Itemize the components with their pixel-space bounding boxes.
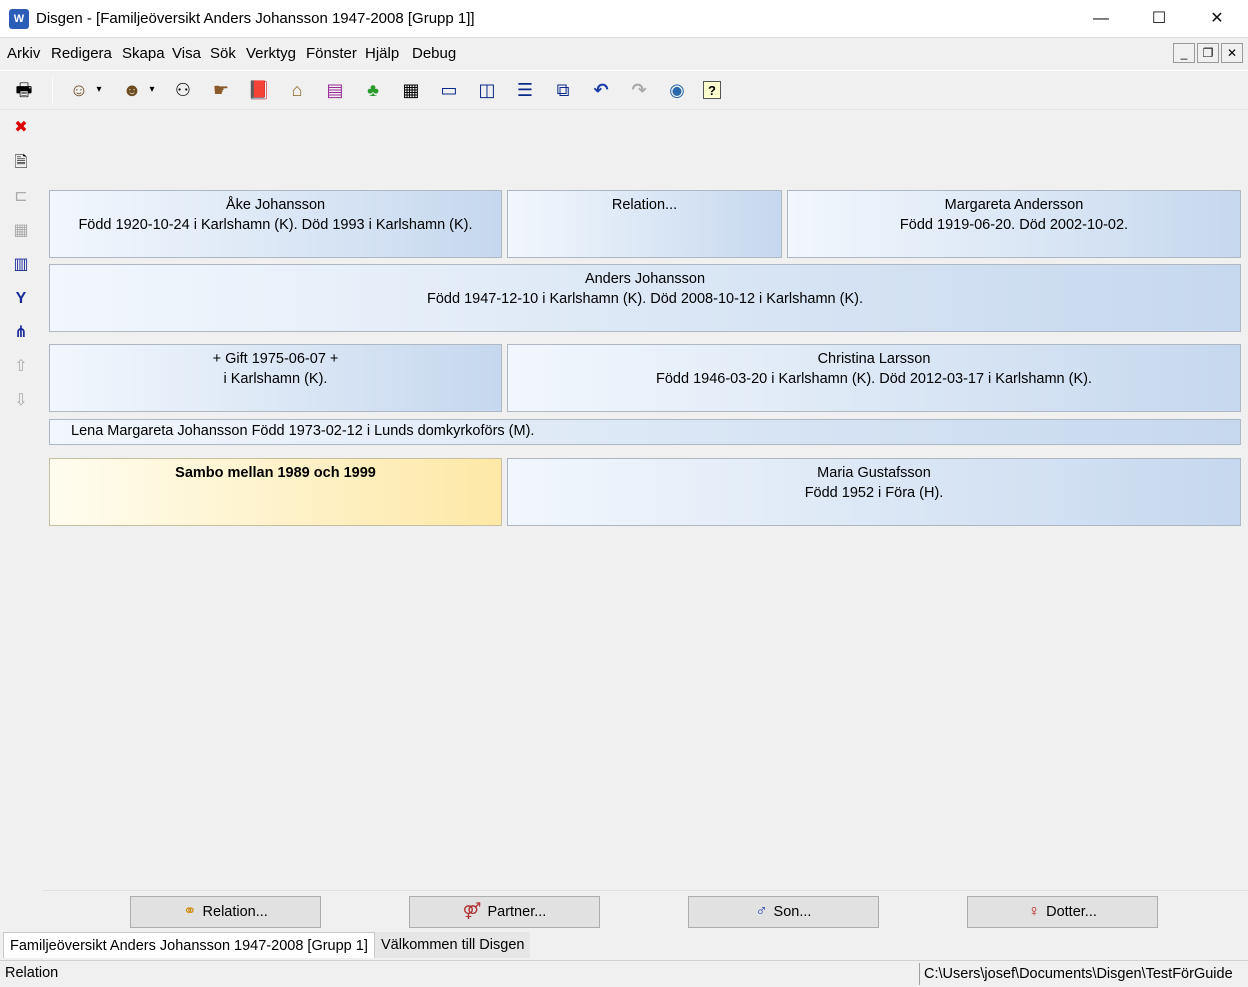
tree-disabled-icon: ⊏ [14, 188, 28, 205]
menu-verktyg[interactable]: Verktyg [246, 45, 296, 62]
window-split-horizontal-icon[interactable]: ☰ [513, 78, 537, 102]
document-tabs: Familjeöversikt Anders Johansson 1947-20… [0, 931, 1248, 959]
status-path: C:\Users\josef\Documents\Disgen\TestFörG… [919, 963, 1244, 985]
menu-hjalp[interactable]: Hjälp [365, 45, 399, 62]
menu-visa[interactable]: Visa [172, 45, 201, 62]
up-disabled-icon: ⇧ [14, 358, 28, 375]
home-icon[interactable]: ⌂ [285, 78, 309, 102]
add-son-icon: ♂ [755, 903, 768, 920]
partner1-details: Född 1946-03-20 i Karlshamn (K). Död 201… [655, 371, 1093, 387]
marriage-panel[interactable]: + Gift 1975-06-07 + i Karlshamn (K). [49, 344, 502, 412]
document-icon[interactable]: 🗎 [9, 151, 33, 175]
status-text: Relation [5, 965, 59, 981]
mdi-restore-button[interactable]: ❐ [1197, 43, 1219, 63]
partner2-details: Född 1952 i Föra (H). [804, 485, 944, 501]
son-button[interactable]: ♂ Son... [688, 896, 879, 928]
menu-fonster[interactable]: Fönster [306, 45, 357, 62]
book-icon[interactable]: 📕 [247, 78, 271, 102]
minimize-button[interactable]: — [1072, 0, 1130, 38]
parents-relation-label: Relation... [611, 197, 678, 213]
window-single-icon[interactable]: ▭ [437, 78, 461, 102]
partner2-panel[interactable]: Maria Gustafsson Född 1952 i Föra (H). [507, 458, 1241, 526]
father-name: Åke Johansson [225, 197, 326, 213]
partner-button-label: Partner... [487, 904, 547, 920]
menu-sok[interactable]: Sök [210, 45, 236, 62]
action-button-strip: ⚭ Relation... ⚤ Partner... ♂ Son... ♀ Dotter… [43, 890, 1248, 930]
menu-arkiv[interactable]: Arkiv [7, 45, 40, 62]
grid-disabled-icon: ▦ [13, 222, 29, 239]
menu-skapa[interactable]: Skapa [122, 45, 165, 62]
redo-icon: ↷ [631, 80, 647, 100]
relation-button[interactable]: ⚭ Relation... [130, 896, 321, 928]
down-disabled-icon: ⇩ [14, 392, 28, 409]
sambo-relation-panel[interactable]: Sambo mellan 1989 och 1999 [49, 458, 502, 526]
window-cascade-icon[interactable]: ⧉ [551, 78, 575, 102]
status-bar: Relation C:\Users\josef\Documents\Disgen… [0, 960, 1248, 987]
globe-icon[interactable]: ◉ [665, 78, 689, 102]
menu-debug[interactable]: Debug [412, 45, 456, 62]
sambo-relation-label: Sambo mellan 1989 och 1999 [175, 465, 376, 481]
close-button[interactable]: ✕ [1188, 0, 1246, 38]
relation-button-label: Relation... [202, 904, 268, 920]
son-button-label: Son... [773, 904, 812, 920]
marriage-date: + Gift 1975-06-07 + [212, 351, 339, 367]
dotter-button-label: Dotter... [1046, 904, 1097, 920]
binoculars-icon[interactable]: ⚇ [171, 78, 195, 102]
window-title: Disgen - [Familjeöversikt Anders Johanss… [36, 10, 475, 27]
father-details: Född 1920-10-24 i Karlshamn (K). Död 199… [78, 217, 473, 233]
tab-valkommen[interactable]: Välkommen till Disgen [375, 932, 531, 958]
child-row[interactable]: Lena Margareta Johansson Född 1973-02-12… [49, 419, 1241, 445]
add-daughter-icon: ♀ [1028, 903, 1041, 920]
descendants-icon[interactable]: ⋔ [9, 321, 33, 345]
person-icon[interactable]: ☺ [67, 78, 91, 102]
mother-panel[interactable]: Margareta Andersson Född 1919-06-20. Död… [787, 190, 1241, 258]
person-dropdown-icon[interactable]: ▾ [93, 78, 105, 102]
map-icon[interactable]: ♣ [361, 78, 385, 102]
tab-familjeoversikt[interactable]: Familjeöversikt Anders Johansson 1947-20… [3, 932, 375, 958]
mother-name: Margareta Andersson [944, 197, 1084, 213]
calendar-icon[interactable]: ▦ [399, 78, 423, 102]
hand-pointer-icon[interactable]: ☛ [209, 78, 233, 102]
help-icon[interactable]: ? [703, 81, 721, 99]
main-person-name: Anders Johansson [584, 271, 706, 287]
partner-button[interactable]: ⚤ Partner... [409, 896, 600, 928]
window-split-vertical-icon[interactable]: ◫ [475, 78, 499, 102]
main-person-panel[interactable]: Anders Johansson Född 1947-12-10 i Karls… [49, 264, 1241, 332]
father-panel[interactable]: Åke Johansson Född 1920-10-24 i Karlsham… [49, 190, 502, 258]
toolbar: 🖶 ☺ ▾ ☻ ▾ ⚇ ☛ 📕 ⌂ ▤ ♣ ▦ ▭ ◫ ☰ ⧉ ↶ ↷ ◉ ? [0, 70, 1248, 110]
books-icon[interactable]: ▤ [323, 78, 347, 102]
parents-relation-panel[interactable]: Relation... [507, 190, 782, 258]
undo-icon[interactable]: ↶ [589, 78, 613, 102]
close-window-icon[interactable]: ✖ [9, 116, 33, 140]
mdi-minimize-button[interactable]: _ [1173, 43, 1195, 63]
maximize-button[interactable]: ☐ [1130, 0, 1188, 38]
child-text: Lena Margareta Johansson Född 1973-02-12… [71, 423, 535, 439]
search-person-icon[interactable]: ☻ [120, 78, 144, 102]
partner1-panel[interactable]: Christina Larsson Född 1946-03-20 i Karl… [507, 344, 1241, 412]
print-icon[interactable]: 🖶 [12, 78, 36, 102]
main-person-details: Född 1947-12-10 i Karlshamn (K). Död 200… [426, 291, 864, 307]
search-person-dropdown-icon[interactable]: ▾ [146, 78, 158, 102]
menu-bar: Arkiv Redigera Skapa Visa Sök Verktyg Fö… [0, 39, 1248, 69]
mdi-close-button[interactable]: ✕ [1221, 43, 1243, 63]
partner2-name: Maria Gustafsson [817, 465, 931, 481]
ancestors-icon[interactable]: Y [9, 287, 33, 311]
couple-icon: ⚤ [462, 903, 482, 920]
mother-details: Född 1919-06-20. Död 2002-10-02. [899, 217, 1129, 233]
app-icon: W [9, 9, 29, 29]
dotter-button[interactable]: ♀ Dotter... [967, 896, 1158, 928]
menu-redigera[interactable]: Redigera [51, 45, 112, 62]
rings-icon: ⚭ [183, 903, 197, 920]
columns-icon[interactable]: ▥ [9, 253, 33, 277]
marriage-place: i Karlshamn (K). [223, 371, 328, 387]
toolbar-separator [52, 77, 53, 103]
title-bar: W Disgen - [Familjeöversikt Anders Johan… [0, 0, 1248, 38]
partner1-name: Christina Larsson [817, 351, 931, 367]
